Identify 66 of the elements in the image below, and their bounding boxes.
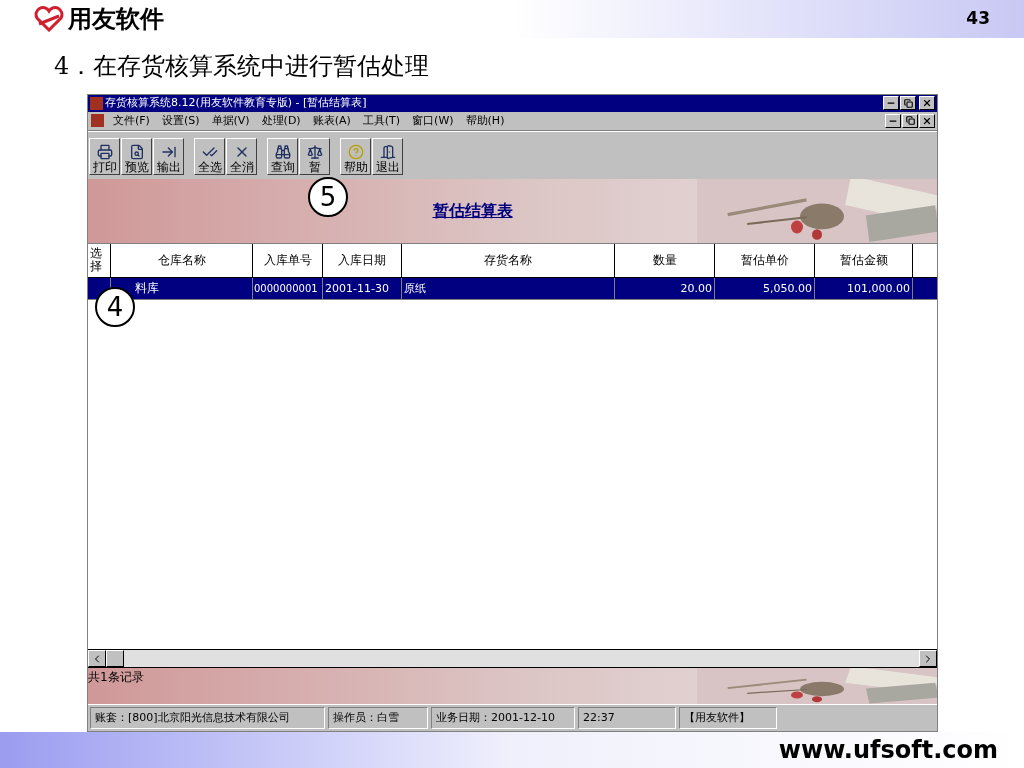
table-cell: 2001-11-30	[323, 277, 402, 299]
website-url: www.ufsoft.com	[778, 735, 998, 766]
status-field: 22:37	[578, 707, 676, 729]
toolbar-button[interactable]: 打印	[89, 137, 120, 175]
menu-item[interactable]: 帮助(H)	[459, 112, 511, 130]
table-cell: 5,050.00	[715, 277, 815, 299]
toolbar-button[interactable]: 全选	[194, 137, 225, 175]
document-icon	[91, 114, 104, 128]
restore-icon	[903, 98, 913, 108]
close-button[interactable]	[919, 113, 935, 128]
menu-item[interactable]: 文件(F)	[107, 112, 156, 130]
table-cell: 原纸	[402, 277, 615, 299]
close-icon	[922, 98, 932, 109]
toolbar-button[interactable]: 预览	[121, 137, 152, 175]
scroll-left-button[interactable]	[88, 650, 106, 667]
menu-item[interactable]: 处理(D)	[255, 112, 307, 130]
column-header: 暂估单价	[715, 243, 815, 277]
toolbar-button[interactable]: 暂	[299, 137, 330, 175]
column-header: 暂估金额	[815, 243, 913, 277]
table-cell: 20.00	[615, 277, 715, 299]
page-number: 43	[966, 7, 990, 31]
scroll-right-button[interactable]	[919, 650, 937, 667]
app-icon	[90, 96, 103, 110]
toolbar-button[interactable]: 全消	[226, 137, 257, 175]
column-header: 选择	[88, 243, 111, 277]
slide-heading: 4．在存货核算系统中进行暂估处理	[54, 50, 430, 82]
toolbar-button[interactable]: 输出	[153, 137, 184, 175]
horizontal-scrollbar[interactable]	[88, 649, 937, 667]
column-header: 存货名称	[402, 243, 615, 277]
restore-button[interactable]	[900, 96, 916, 111]
window-title: 存货核算系统8.12(用友软件教育专版) - [暂估结算表]	[105, 95, 368, 112]
toolbar-button[interactable]: 帮助	[340, 137, 371, 175]
table-cell: 0000000001	[253, 277, 323, 299]
menu-item[interactable]: 设置(S)	[155, 112, 206, 130]
binoculars-icon	[274, 143, 291, 160]
menu-item[interactable]: 窗口(W)	[406, 112, 460, 130]
report-title: 暂估结算表	[432, 199, 513, 222]
status-field: 【用友软件】	[679, 707, 777, 729]
restore-button[interactable]	[902, 113, 918, 128]
menu-item[interactable]: 单据(V)	[205, 112, 256, 130]
scroll-thumb[interactable]	[106, 650, 124, 667]
menu-item[interactable]: 工具(T)	[356, 112, 407, 130]
heart-logo-icon	[34, 5, 64, 32]
minimize-button[interactable]	[883, 96, 899, 111]
restore-icon	[905, 116, 915, 126]
minimize-button[interactable]	[885, 113, 901, 128]
toolbar-button[interactable]: 查询	[267, 137, 298, 175]
menu-item[interactable]: 账表(A)	[306, 112, 357, 130]
status-field: 账套：[800]北京阳光信息技术有限公司	[90, 707, 325, 729]
table-cell: 101,000.00	[815, 277, 913, 299]
status-field: 操作员：白雪	[328, 707, 428, 729]
door-icon	[379, 143, 396, 160]
close-icon	[922, 115, 932, 126]
column-header: 入库日期	[323, 243, 402, 277]
status-field: 业务日期：2001-12-10	[431, 707, 575, 729]
toolbar-button[interactable]: 退出	[372, 137, 403, 175]
record-count: 共1条记录	[88, 670, 144, 684]
question-icon	[347, 143, 364, 160]
column-header: 仓库名称	[111, 243, 253, 277]
column-header: 入库单号	[253, 243, 323, 277]
column-header: 数量	[615, 243, 715, 277]
close-button[interactable]	[919, 96, 935, 111]
preview-icon	[128, 143, 145, 160]
scale-icon	[306, 143, 323, 160]
printer-icon	[96, 143, 113, 160]
brand-name: 用友软件	[68, 3, 164, 35]
